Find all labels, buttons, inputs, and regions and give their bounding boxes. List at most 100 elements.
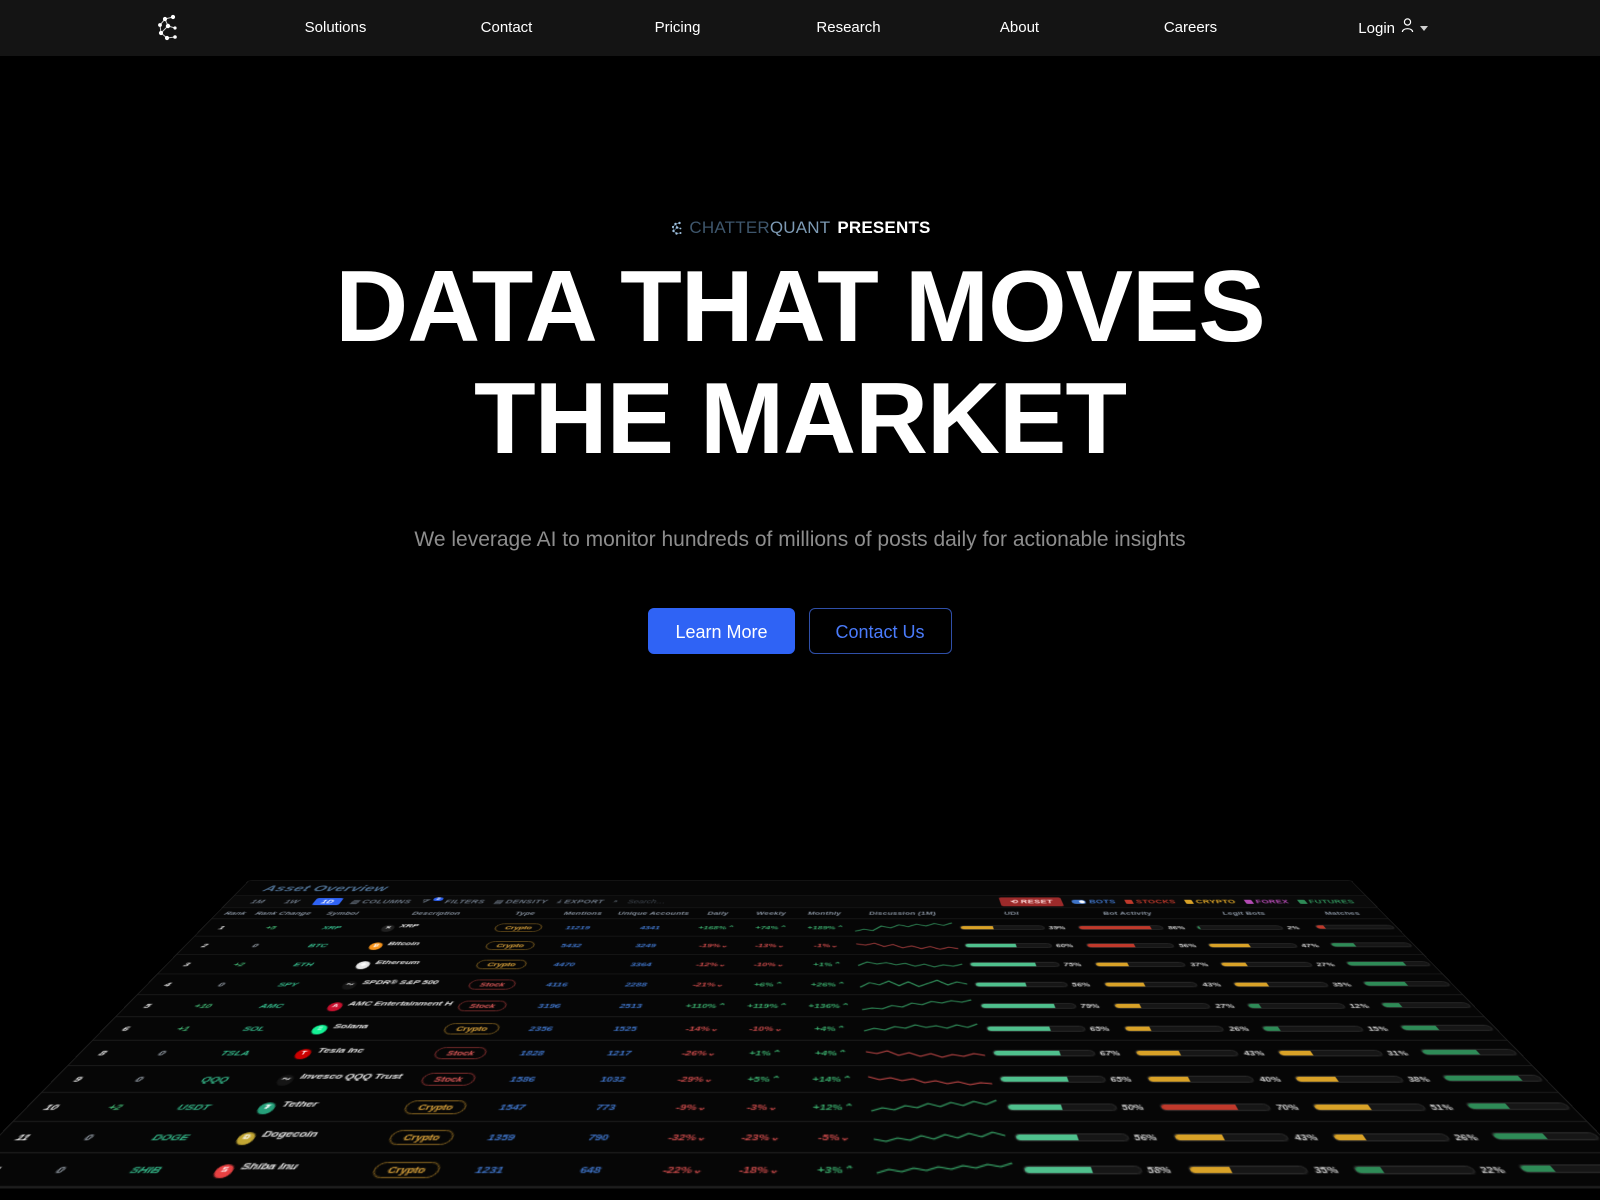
col-bot-activity[interactable]: Bot Activity: [1066, 908, 1190, 919]
table-row[interactable]: 8 0 TSLA T Tesla Inc Stock 1828 1217 -26%⌄ +1%⌃ +4…: [68, 1040, 1532, 1066]
bot-activity-bar: [1076, 925, 1165, 930]
col-matches[interactable]: Matches: [1297, 908, 1388, 919]
udi-value: 60%: [1054, 942, 1075, 949]
export-button[interactable]: ⤓ EXPORT: [556, 899, 604, 905]
learn-more-button[interactable]: Learn More: [648, 607, 795, 654]
udi-bar: [1013, 1132, 1130, 1141]
nav-link-research[interactable]: Research: [763, 0, 934, 56]
range-1m-button[interactable]: 1M: [243, 898, 274, 905]
login-menu[interactable]: Login: [1358, 0, 1428, 56]
table-row[interactable]: 6 +1 SOL ≡ Solana Crypto 2356 1525 -14%⌄ -10%⌄ +4%…: [93, 1016, 1507, 1041]
asset-icon: ₮: [254, 1102, 279, 1115]
cell-matches: [1388, 1016, 1507, 1041]
density-button[interactable]: ▤ DENSITY: [493, 899, 549, 905]
bot-activity-bar: [1133, 1049, 1241, 1056]
table-row[interactable]: 3 +2 ETH ◆ Ethereum Crypto 4470 3364 -12%⌄ -10%⌄ +…: [158, 954, 1442, 974]
cell-monthly: -5%⌄: [797, 1121, 872, 1153]
cell-description: 〜 Invesco QQQ Trust: [243, 1065, 424, 1093]
nav-link-about[interactable]: About: [934, 0, 1105, 56]
bot-activity-cell: 26%: [1115, 1016, 1268, 1041]
table-row[interactable]: 2 0 BTC ₿ Bitcoin Crypto 5432 3249 -19%⌄ -13%⌄ -1%…: [177, 936, 1423, 955]
cell-type: Crypto: [436, 1016, 507, 1041]
dashboard-preview-stage: Asset Overview 1M 1W 1D ▥ COLUMNS ⧩ 2 FI…: [0, 880, 1600, 1200]
matches-bar: [1378, 1001, 1473, 1008]
nav-link-careers[interactable]: Careers: [1105, 0, 1276, 56]
col-udi[interactable]: UDI: [952, 908, 1072, 919]
legit-bots-bar: [1219, 961, 1314, 967]
bot-activity-value: 70%: [1273, 1101, 1301, 1112]
udi-bar: [979, 1002, 1077, 1009]
bot-activity-bar: [1171, 1132, 1291, 1141]
table-row[interactable]: 10 +2 USDT ₮ Tether Crypto 1547 773 -9%⌄ -3%⌄ +12%…: [13, 1092, 1587, 1122]
page-title: DATA THAT MOVES THE MARKET: [335, 257, 1265, 470]
col-discussion[interactable]: Discussion (1M): [850, 908, 956, 919]
table-row[interactable]: 12 0 SHIB S Shiba Inu Crypto 1231 648 -22%⌄ -18%⌄…: [0, 1152, 1600, 1187]
legit-bots-bar: [1276, 1049, 1385, 1056]
nav-link-pricing[interactable]: Pricing: [592, 0, 763, 56]
cell-discussion-sparkline: [869, 1121, 1016, 1153]
contact-us-button[interactable]: Contact Us: [808, 607, 952, 654]
cell-matches: [1452, 1092, 1587, 1122]
col-daily[interactable]: Daily: [690, 908, 746, 919]
range-1w-button[interactable]: 1W: [276, 898, 307, 905]
hero-cta-row: Learn More Contact Us: [648, 607, 952, 654]
brand-chatter: CHATTER: [689, 218, 770, 238]
cell-daily: -9%⌄: [653, 1092, 728, 1122]
nav-link-contact[interactable]: Contact: [421, 0, 592, 56]
col-symbol[interactable]: Symbol: [308, 908, 377, 919]
columns-button[interactable]: ▥ COLUMNS: [349, 899, 413, 905]
col-rank-change[interactable]: Rank Change: [248, 908, 318, 919]
cell-unique-accounts: 648: [531, 1152, 648, 1187]
col-unique-accounts[interactable]: Unique Accounts: [614, 908, 693, 919]
col-monthly[interactable]: Monthly: [797, 908, 852, 919]
filters-button[interactable]: ⧩ 2 FILTERS: [419, 897, 487, 905]
cell-weekly: +5%⌃: [727, 1065, 798, 1093]
nav-link-solutions[interactable]: Solutions: [250, 0, 421, 56]
matches-bar: [1313, 924, 1396, 929]
table-row[interactable]: 1 +5 XRP ✕ XRP Crypto 11219 4341 +168%⌃ +74%⌃ +189…: [195, 918, 1405, 937]
bot-activity-value: 43%: [1200, 980, 1223, 988]
table-row[interactable]: 4 0 SPY 〜 SPDR® S&P 500 Stock 4116 2288 -21%⌄ +6%…: [137, 973, 1463, 995]
type-badge: Crypto: [474, 959, 529, 969]
cell-discussion-sparkline: [854, 954, 970, 974]
cell-monthly: -1%⌄: [797, 936, 855, 955]
cell-daily: -22%⌄: [641, 1152, 723, 1187]
cell-mentions: 11219: [540, 918, 615, 937]
toggle-forex[interactable]: FOREX: [1243, 899, 1291, 904]
legit-bots-bar: [1206, 942, 1299, 948]
udi-bar: [963, 942, 1053, 948]
bot-activity-bar: [1144, 1075, 1256, 1083]
dashboard-title: Asset Overview: [260, 883, 391, 894]
forex-swatch-icon: [1243, 899, 1254, 904]
filters-label: FILTERS: [443, 898, 487, 905]
legit-bots-value: 51%: [1426, 1101, 1456, 1112]
cell-description: ≡ Solana: [281, 1016, 449, 1041]
cell-weekly: +119%⌃: [735, 994, 798, 1017]
toggle-stocks[interactable]: STOCKS: [1123, 899, 1177, 904]
constellation-logo-icon[interactable]: [152, 11, 186, 45]
search-input[interactable]: Search…: [627, 899, 666, 905]
col-description[interactable]: Description: [368, 908, 503, 919]
udi-cell: 50%: [999, 1092, 1163, 1122]
legit-bots-cell: 27%: [1212, 954, 1353, 974]
reset-button[interactable]: ⟲ RESET: [998, 897, 1065, 906]
cell-weekly: -10%⌄: [738, 954, 798, 974]
range-1d-button[interactable]: 1D: [311, 898, 345, 906]
toggle-crypto[interactable]: CRYPTO: [1183, 899, 1237, 904]
toggle-bots[interactable]: BOTS: [1070, 899, 1117, 904]
type-badge: Crypto: [386, 1129, 457, 1145]
col-mentions[interactable]: Mentions: [547, 908, 618, 919]
col-weekly[interactable]: Weekly: [744, 908, 798, 919]
toggle-futures[interactable]: FUTURES: [1296, 899, 1357, 904]
col-type[interactable]: Type: [497, 908, 553, 919]
table-row[interactable]: 5 +10 AMC A AMC Entertainment H Stock 3196 2513…: [116, 994, 1484, 1017]
table-row[interactable]: 9 0 QQQ 〜 Invesco QQQ Trust Stock 1586 1032 -29%…: [42, 1065, 1558, 1093]
asset-table: Rank Rank Change Symbol Description Type…: [0, 908, 1600, 1187]
legit-bots-bar: [1330, 1132, 1452, 1141]
crypto-swatch-icon: [1183, 899, 1194, 904]
udi-bar: [991, 1049, 1096, 1056]
table-row[interactable]: 11 0 DOGE Ð Dogecoin Crypto 1359 790 -32%⌄ -23%⌄ -…: [0, 1121, 1600, 1153]
col-legit-bots[interactable]: Legit Bots: [1182, 908, 1307, 919]
legit-bots-bar: [1245, 1002, 1347, 1009]
type-badge: Crypto: [493, 923, 544, 932]
